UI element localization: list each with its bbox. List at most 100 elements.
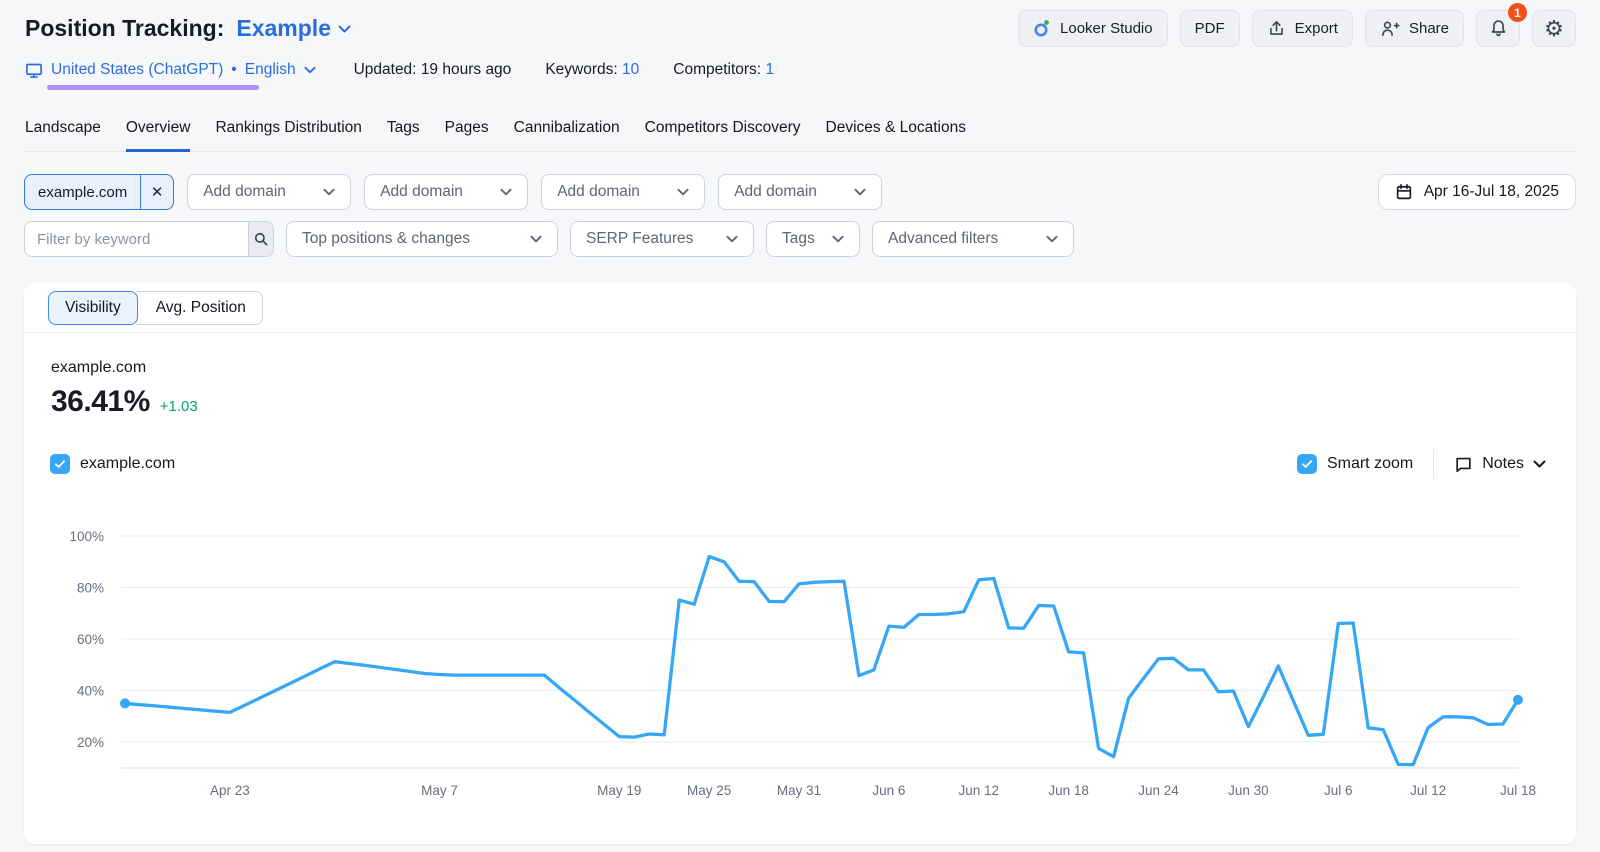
project-name: Example <box>236 15 331 42</box>
tab-devices-locations[interactable]: Devices & Locations <box>826 119 966 152</box>
keywords-count[interactable]: 10 <box>622 61 639 78</box>
svg-text:Jul 18: Jul 18 <box>1500 783 1536 798</box>
top-positions-dropdown[interactable]: Top positions & changes <box>286 221 558 257</box>
toolbar-actions: Looker Studio PDF Export Share 1 ⚙ <box>1018 10 1576 47</box>
add-domain-dropdown-1[interactable]: Add domain <box>187 174 351 210</box>
chevron-down-icon <box>1046 235 1058 243</box>
notifications-button[interactable]: 1 <box>1476 10 1520 47</box>
notes-label: Notes <box>1482 455 1524 473</box>
pdf-button[interactable]: PDF <box>1180 10 1240 47</box>
report-tabs: Landscape Overview Rankings Distribution… <box>25 119 1576 152</box>
legend-divider <box>1433 449 1434 479</box>
keyword-filter-row: Top positions & changes SERP Features Ta… <box>24 221 1074 257</box>
svg-text:Jul 6: Jul 6 <box>1324 783 1353 798</box>
add-domain-dropdown-2[interactable]: Add domain <box>364 174 528 210</box>
svg-text:Jul 12: Jul 12 <box>1410 783 1446 798</box>
date-range-label: Apr 16-Jul 18, 2025 <box>1424 183 1559 201</box>
tab-rankings-distribution[interactable]: Rankings Distribution <box>215 119 361 152</box>
calendar-icon <box>1395 183 1413 201</box>
toggle-visibility[interactable]: Visibility <box>48 291 138 325</box>
close-icon: ✕ <box>151 183 164 201</box>
svg-text:Jun 30: Jun 30 <box>1228 783 1269 798</box>
visibility-value: 36.41% <box>51 385 150 419</box>
visibility-card: Visibility Avg. Position example.com 36.… <box>24 283 1576 844</box>
keyword-search-button[interactable] <box>248 222 273 256</box>
keyword-filter <box>24 221 274 257</box>
metric-toggle: Visibility Avg. Position <box>48 291 263 325</box>
topbar: Position Tracking: Example Looker Studio… <box>25 10 1576 47</box>
domain-series-checkbox[interactable] <box>50 454 70 474</box>
svg-text:Apr 23: Apr 23 <box>210 783 250 798</box>
advanced-filters-dropdown[interactable]: Advanced filters <box>872 221 1074 257</box>
location-lang-separator: • <box>231 61 236 79</box>
chart-legend-row: example.com Smart zoom Notes <box>50 449 1546 479</box>
serp-features-dropdown[interactable]: SERP Features <box>570 221 754 257</box>
gear-icon: ⚙ <box>1544 18 1564 40</box>
keyword-filter-input[interactable] <box>25 222 248 256</box>
chevron-down-icon <box>832 235 844 243</box>
tab-tags[interactable]: Tags <box>387 119 420 152</box>
domain-chip-label: example.com <box>25 175 140 209</box>
purple-highlight-underline <box>47 85 259 90</box>
search-icon <box>252 230 270 248</box>
add-domain-dropdown-3[interactable]: Add domain <box>541 174 705 210</box>
visibility-chart: 100%80%60%40%20%Apr 23May 7May 19May 25M… <box>24 505 1576 815</box>
visibility-change: +1.03 <box>160 398 198 415</box>
title-group: Position Tracking: Example <box>25 15 351 42</box>
chevron-down-icon <box>854 188 866 196</box>
notes-bubble-icon <box>1454 455 1473 474</box>
check-icon <box>53 457 67 471</box>
notification-badge: 1 <box>1508 3 1527 22</box>
tab-pages[interactable]: Pages <box>445 119 489 152</box>
domain-filter-row: example.com ✕ Add domain Add domain Add … <box>24 174 1576 210</box>
svg-text:40%: 40% <box>77 684 104 699</box>
looker-studio-button[interactable]: Looker Studio <box>1018 10 1168 47</box>
smart-zoom-label: Smart zoom <box>1327 455 1413 473</box>
smart-zoom-toggle[interactable]: Smart zoom <box>1297 454 1413 474</box>
page-title: Position Tracking: <box>25 15 224 42</box>
tab-overview[interactable]: Overview <box>126 119 191 152</box>
chevron-down-icon <box>530 235 542 243</box>
tab-landscape[interactable]: Landscape <box>25 119 101 152</box>
svg-text:Jun 6: Jun 6 <box>872 783 905 798</box>
svg-text:May 25: May 25 <box>687 783 731 798</box>
keywords-info: Keywords: 10 <box>545 61 639 79</box>
date-range-picker[interactable]: Apr 16-Jul 18, 2025 <box>1378 174 1576 210</box>
chevron-down-icon <box>338 25 351 33</box>
add-domain-dropdown-4[interactable]: Add domain <box>718 174 882 210</box>
export-button[interactable]: Export <box>1252 10 1353 47</box>
position-tracking-page: Position Tracking: Example Looker Studio… <box>0 0 1600 852</box>
domain-chip[interactable]: example.com ✕ <box>24 174 174 210</box>
svg-text:20%: 20% <box>77 735 104 750</box>
settings-button[interactable]: ⚙ <box>1532 10 1576 47</box>
svg-text:60%: 60% <box>77 632 104 647</box>
updated-info: Updated: 19 hours ago <box>354 61 512 79</box>
chevron-down-icon <box>677 188 689 196</box>
project-selector[interactable]: Example <box>236 15 351 42</box>
location-language-selector[interactable]: United States (ChatGPT) • English <box>25 61 316 79</box>
metric-domain: example.com <box>51 359 198 377</box>
tracking-language: English <box>245 61 296 79</box>
svg-text:Jun 18: Jun 18 <box>1048 783 1089 798</box>
campaign-meta: Updated: 19 hours ago Keywords: 10 Compe… <box>354 61 774 79</box>
remove-domain-button[interactable]: ✕ <box>140 175 173 209</box>
chevron-down-icon <box>323 188 335 196</box>
svg-text:May 19: May 19 <box>597 783 641 798</box>
tags-dropdown[interactable]: Tags <box>766 221 860 257</box>
tracking-location: United States (ChatGPT) <box>51 61 223 79</box>
tab-competitors-discovery[interactable]: Competitors Discovery <box>645 119 801 152</box>
chevron-down-icon <box>500 188 512 196</box>
competitors-count[interactable]: 1 <box>765 61 774 78</box>
legend-domain-label: example.com <box>80 455 175 473</box>
looker-studio-icon <box>1033 19 1051 38</box>
smart-zoom-checkbox[interactable] <box>1297 454 1317 474</box>
toggle-avg-position[interactable]: Avg. Position <box>136 291 263 325</box>
chevron-down-icon <box>726 235 738 243</box>
share-button[interactable]: Share <box>1365 10 1464 47</box>
card-divider <box>24 332 1576 333</box>
chevron-down-icon <box>304 66 316 74</box>
svg-text:80%: 80% <box>77 581 104 596</box>
chevron-down-icon <box>1533 460 1546 468</box>
notes-dropdown[interactable]: Notes <box>1454 455 1546 474</box>
tab-cannibalization[interactable]: Cannibalization <box>514 119 620 152</box>
